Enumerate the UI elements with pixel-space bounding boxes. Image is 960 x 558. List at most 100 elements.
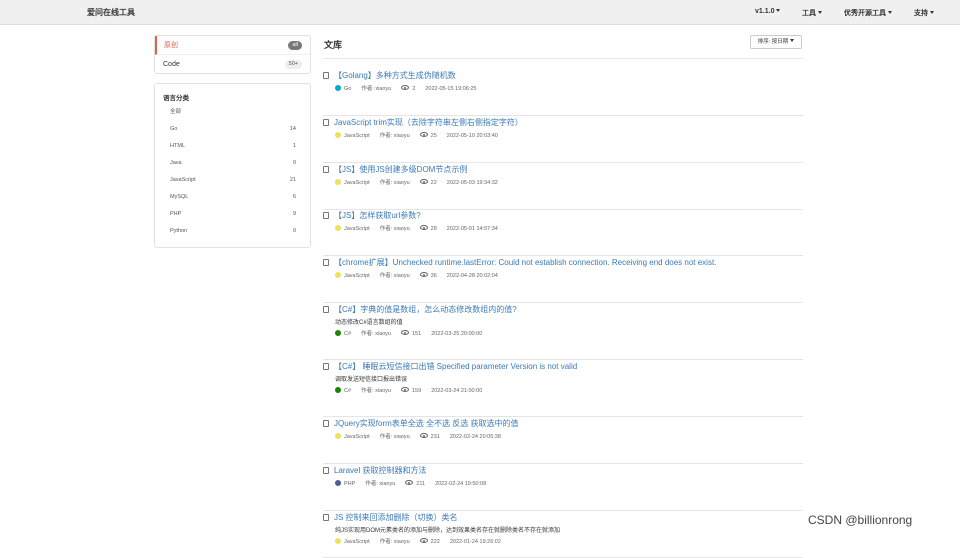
- view-count-value: 159: [412, 388, 422, 394]
- eye-icon: [401, 387, 409, 392]
- tools-label: 工具: [802, 10, 816, 17]
- language-name: JavaScript: [344, 133, 370, 139]
- category-count: 21: [289, 177, 296, 183]
- post-title-text: Laravel 获取控制器和方法: [334, 466, 427, 475]
- category-item-go[interactable]: Go 14: [155, 121, 310, 138]
- post-title-text: 【JS】怎样获取url参数?: [334, 211, 421, 220]
- author-name: xiaoyu: [393, 133, 410, 139]
- post-date: 2022-05-01 14:57:34: [446, 226, 498, 232]
- post-meta: PHP 作者: xiaoyu 211 2022-02-24 19:50:08: [335, 479, 496, 487]
- post-title-link[interactable]: JS 控制来回添加删除（切换）类名: [323, 512, 458, 523]
- brand-logo-text[interactable]: 爱问在线工具: [87, 7, 135, 18]
- category-item-javascript[interactable]: JavaScript 21: [155, 172, 310, 189]
- language-color-dot: [335, 225, 341, 231]
- language-tag: JavaScript: [335, 433, 370, 440]
- post-meta: Go 作者: xiaoyu 2 2022-05-15 19:06:25: [335, 84, 486, 92]
- eye-icon: [401, 330, 409, 335]
- document-icon: [323, 420, 329, 427]
- divider: [323, 58, 803, 59]
- language-color-dot: [335, 179, 341, 185]
- author-prefix: 作者:: [379, 434, 394, 440]
- author-prefix: 作者:: [361, 331, 376, 337]
- view-count-value: 2: [412, 86, 416, 92]
- document-icon: [323, 166, 329, 173]
- view-count: 36: [419, 272, 437, 279]
- language-name: JavaScript: [344, 226, 370, 232]
- post-title-link[interactable]: 【C#】字典的值是数组，怎么动态修改数组内的值?: [323, 304, 517, 315]
- author: 作者: xiaoyu: [380, 434, 410, 440]
- post-title-text: 【JS】使用JS创建多级DOM节点示例: [334, 165, 468, 174]
- post-title-link[interactable]: 【chrome扩展】Unchecked runtime.lastError: C…: [323, 257, 716, 268]
- category-item-php[interactable]: PHP 9: [155, 206, 310, 223]
- language-tag: PHP: [335, 480, 356, 487]
- language-color-dot: [335, 85, 341, 91]
- author-prefix: 作者:: [361, 86, 376, 92]
- category-item-python[interactable]: Python 0: [155, 223, 310, 240]
- language-tag: C#: [335, 387, 351, 394]
- author-name: xiaoyu: [379, 481, 396, 487]
- eye-icon: [419, 272, 428, 277]
- author-name: xiaoyu: [375, 331, 391, 337]
- opensource-dropdown[interactable]: 优秀开源工具: [844, 8, 892, 18]
- category-label: PHP: [170, 211, 182, 217]
- view-count: 231: [419, 433, 440, 440]
- view-count: 211: [405, 480, 426, 487]
- count-badge: 50+: [284, 60, 302, 69]
- post-title-link[interactable]: 【JS】怎样获取url参数?: [323, 210, 421, 221]
- eye-icon: [419, 433, 428, 438]
- eye-icon: [419, 538, 428, 543]
- post-date: 2022-05-15 19:06:25: [425, 86, 477, 92]
- language-tag: JavaScript: [335, 225, 370, 232]
- language-name: JavaScript: [344, 273, 370, 279]
- post-title-link[interactable]: JavaScript trim实现（去除字符串左侧右侧指定字符）: [323, 117, 523, 128]
- post-description: 纯JS实现用DOM元素类名的添加与删除，达到效果类名存在就删除类名不存在就添加: [335, 528, 561, 534]
- language-color-dot: [335, 387, 341, 393]
- author: 作者: xiaoyu: [380, 180, 410, 186]
- category-label: 全部: [170, 109, 182, 115]
- document-icon: [323, 306, 329, 313]
- category-item-java[interactable]: Java 0: [155, 155, 310, 172]
- view-count-value: 36: [430, 273, 437, 279]
- view-count: 151: [401, 330, 421, 337]
- post-description: 动态修改C#语言数组的值: [335, 320, 403, 326]
- author: 作者: xiaoyu: [365, 481, 395, 487]
- category-title: 语言分类: [163, 95, 189, 102]
- post-title-link[interactable]: 【JS】使用JS创建多级DOM节点示例: [323, 164, 467, 175]
- support-dropdown[interactable]: 支持: [914, 8, 934, 18]
- post-title-link[interactable]: 【C#】 睡眠云短信接口出错 Specified parameter Versi…: [323, 361, 577, 372]
- sidebar-tab-original[interactable]: 原创 all: [155, 36, 310, 55]
- view-count: 25: [419, 132, 437, 139]
- post-title-text: JQuery实现form表单全选 全不选 反选 获取选中的值: [334, 419, 519, 428]
- author-prefix: 作者:: [379, 273, 394, 279]
- post-title-link[interactable]: 【Golang】多种方式生成伪随机数: [323, 70, 456, 81]
- language-tag: JavaScript: [335, 179, 370, 186]
- sort-dropdown-button[interactable]: 排序: 按日期: [750, 35, 802, 49]
- language-name: PHP: [344, 481, 356, 487]
- category-item-all[interactable]: 全部: [155, 104, 310, 121]
- author-prefix: 作者:: [379, 180, 394, 186]
- post-item: 【JS】怎样获取url参数? JavaScript 作者: xiaoyu 28 2022…: [323, 210, 803, 256]
- category-item-mysql[interactable]: MySQL 6: [155, 189, 310, 206]
- category-item-html[interactable]: HTML 1: [155, 138, 310, 155]
- chevron-down-icon: [790, 39, 795, 42]
- chevron-down-icon: [888, 11, 892, 14]
- language-tag: Go: [335, 85, 351, 92]
- post-title-text: JS 控制来回添加删除（切换）类名: [334, 513, 458, 522]
- view-count-value: 211: [416, 481, 426, 487]
- author: 作者: xiaoyu: [380, 133, 410, 139]
- post-title-link[interactable]: JQuery实现form表单全选 全不选 反选 获取选中的值: [323, 418, 518, 429]
- sidebar-tab-code[interactable]: Code 50+: [155, 55, 310, 74]
- version-dropdown[interactable]: v1.1.0: [755, 8, 781, 15]
- post-item: JQuery实现form表单全选 全不选 反选 获取选中的值 JavaScript…: [323, 418, 803, 464]
- language-color-dot: [335, 272, 341, 278]
- post-meta: JavaScript 作者: xiaoyu 22 2022-05-03 19:34:3…: [335, 178, 508, 186]
- post-item: JS 控制来回添加删除（切换）类名纯JS实现用DOM元素类名的添加与删除，达到效…: [323, 512, 803, 558]
- tools-dropdown[interactable]: 工具: [802, 8, 822, 18]
- post-item: 【chrome扩展】Unchecked runtime.lastError: C…: [323, 257, 803, 303]
- post-title-link[interactable]: Laravel 获取控制器和方法: [323, 465, 426, 476]
- post-date: 2022-02-24 19:50:08: [435, 481, 487, 487]
- post-item: JavaScript trim实现（去除字符串左侧右侧指定字符） JavaScri…: [323, 117, 803, 163]
- author: 作者: xiaoyu: [380, 273, 410, 279]
- document-icon: [323, 119, 329, 126]
- author-name: xiaoyu: [393, 226, 410, 232]
